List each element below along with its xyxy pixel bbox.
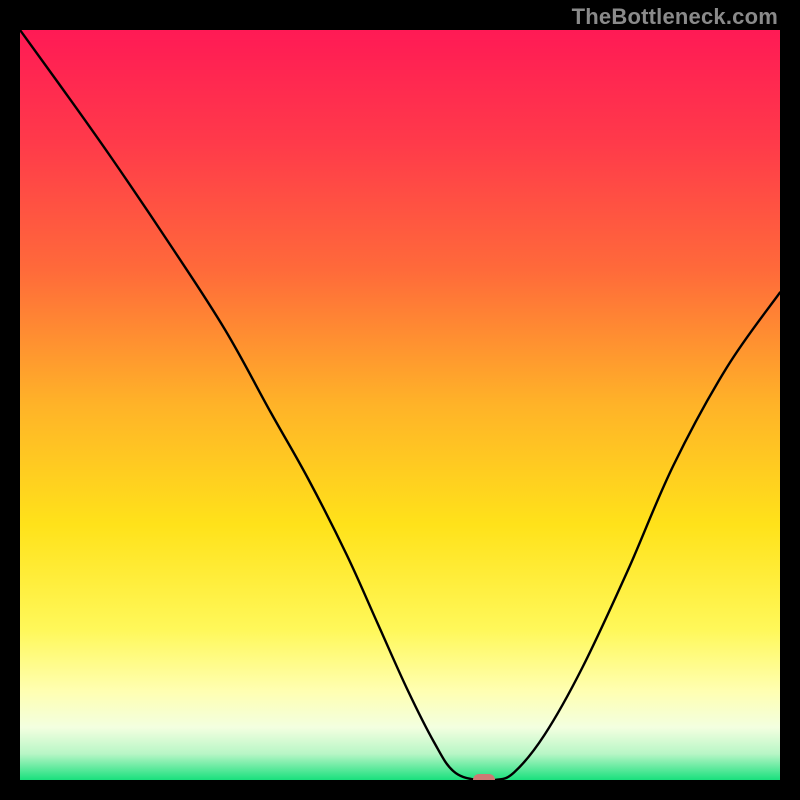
plot-area <box>20 30 780 780</box>
optimal-marker <box>473 774 495 780</box>
watermark-text: TheBottleneck.com <box>572 4 778 30</box>
chart-frame: TheBottleneck.com <box>0 0 800 800</box>
bottleneck-curve <box>20 30 780 780</box>
